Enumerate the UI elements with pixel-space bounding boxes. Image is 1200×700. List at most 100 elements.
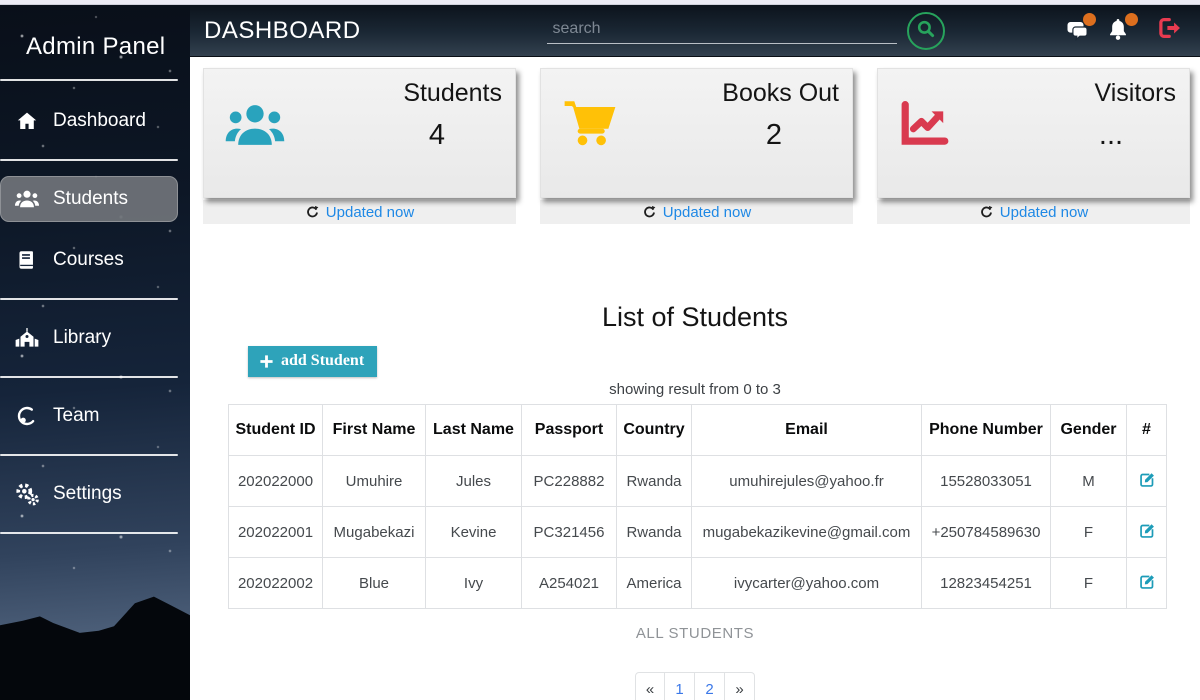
notification-badge bbox=[1125, 13, 1138, 26]
cell-actions bbox=[1127, 507, 1167, 558]
sidebar: Admin Panel Dashboard Students bbox=[0, 5, 190, 700]
bell-icon bbox=[1104, 31, 1132, 48]
cell-first-name: Umuhire bbox=[323, 456, 426, 507]
alerts-button[interactable] bbox=[1104, 16, 1134, 46]
cell-gender: M bbox=[1051, 456, 1127, 507]
sidebar-divider bbox=[0, 532, 178, 534]
pagination-page-2[interactable]: 2 bbox=[695, 672, 725, 700]
cell-gender: F bbox=[1051, 507, 1127, 558]
stat-card-footer: Updated now bbox=[203, 200, 516, 224]
stat-card-footer: Updated now bbox=[877, 200, 1190, 224]
stat-card-body: Visitors ... bbox=[877, 68, 1190, 198]
sidebar-item-library[interactable]: Library bbox=[0, 315, 178, 361]
sidebar-item-label: Team bbox=[53, 405, 99, 427]
main-content: Students 4 Updated now bbox=[190, 57, 1200, 700]
edit-row-button[interactable] bbox=[1136, 571, 1158, 596]
col-header-student-id: Student ID bbox=[229, 405, 323, 456]
sidebar-item-label: Courses bbox=[53, 249, 124, 271]
search-button[interactable] bbox=[907, 12, 945, 50]
cell-actions bbox=[1127, 558, 1167, 609]
col-header-phone: Phone Number bbox=[922, 405, 1051, 456]
sidebar-item-courses[interactable]: Courses bbox=[0, 237, 178, 283]
sidebar-divider bbox=[0, 159, 178, 161]
table-header-row: Student ID First Name Last Name Passport… bbox=[229, 405, 1167, 456]
stat-card-value: 4 bbox=[377, 119, 497, 152]
add-student-button[interactable]: add Student bbox=[248, 346, 377, 377]
edit-icon bbox=[1138, 528, 1156, 543]
sidebar-divider bbox=[0, 454, 178, 456]
sidebar-item-settings[interactable]: Settings bbox=[0, 471, 178, 517]
col-header-passport: Passport bbox=[522, 405, 617, 456]
stat-card-students[interactable]: Students 4 Updated now bbox=[203, 68, 516, 224]
add-student-label: add Student bbox=[281, 352, 364, 370]
cell-last-name: Ivy bbox=[426, 558, 522, 609]
edit-row-button[interactable] bbox=[1136, 469, 1158, 494]
cell-gender: F bbox=[1051, 558, 1127, 609]
updated-now-label: Updated now bbox=[1000, 204, 1088, 221]
school-icon bbox=[14, 325, 40, 351]
edit-row-button[interactable] bbox=[1136, 520, 1158, 545]
all-students-label: ALL STUDENTS bbox=[190, 625, 1200, 642]
topbar: DASHBOARD bbox=[190, 5, 1200, 57]
search-input[interactable] bbox=[547, 17, 897, 44]
sidebar-divider bbox=[0, 376, 178, 378]
cell-first-name: Blue bbox=[323, 558, 426, 609]
pagination-prev[interactable]: « bbox=[635, 672, 665, 700]
result-count-text: showing result from 0 to 3 bbox=[190, 381, 1200, 398]
cell-email: umuhirejules@yahoo.fr bbox=[692, 456, 922, 507]
students-table: Student ID First Name Last Name Passport… bbox=[228, 404, 1167, 609]
updated-now-label: Updated now bbox=[663, 204, 751, 221]
col-header-email: Email bbox=[692, 405, 922, 456]
page-top-strip bbox=[0, 0, 1200, 5]
cell-country: Rwanda bbox=[617, 507, 692, 558]
cell-student-id: 202022000 bbox=[229, 456, 323, 507]
cell-passport: A254021 bbox=[522, 558, 617, 609]
logout-button[interactable] bbox=[1156, 15, 1182, 46]
notification-badge bbox=[1083, 13, 1096, 26]
sidebar-item-dashboard[interactable]: Dashboard bbox=[0, 98, 178, 144]
home-icon bbox=[14, 108, 40, 134]
stat-card-label: Visitors bbox=[1094, 79, 1176, 108]
sidebar-item-students[interactable]: Students bbox=[0, 176, 178, 222]
messages-button[interactable] bbox=[1062, 16, 1092, 46]
chat-icon bbox=[1062, 33, 1092, 50]
headset-icon bbox=[14, 403, 40, 429]
search-icon bbox=[915, 18, 937, 43]
stat-card-books-out[interactable]: Books Out 2 Updated now bbox=[540, 68, 853, 224]
pagination-next[interactable]: » bbox=[725, 672, 755, 700]
pagination-page-1[interactable]: 1 bbox=[665, 672, 695, 700]
edit-icon bbox=[1138, 579, 1156, 594]
cell-first-name: Mugabekazi bbox=[323, 507, 426, 558]
stat-card-visitors[interactable]: Visitors ... Updated now bbox=[877, 68, 1190, 224]
table-row: 202022001 Mugabekazi Kevine PC321456 Rwa… bbox=[229, 507, 1167, 558]
edit-icon bbox=[1138, 477, 1156, 492]
sidebar-item-team[interactable]: Team bbox=[0, 393, 178, 439]
table-row: 202022000 Umuhire Jules PC228882 Rwanda … bbox=[229, 456, 1167, 507]
cell-student-id: 202022002 bbox=[229, 558, 323, 609]
stat-card-value: 2 bbox=[714, 119, 834, 152]
mountain-silhouette bbox=[0, 590, 190, 700]
chart-icon bbox=[898, 99, 952, 154]
stat-card-body: Books Out 2 bbox=[540, 68, 853, 198]
stat-card-label: Students bbox=[403, 79, 502, 108]
gears-icon bbox=[14, 481, 40, 507]
cell-actions bbox=[1127, 456, 1167, 507]
users-icon bbox=[14, 186, 40, 212]
book-icon bbox=[14, 247, 40, 273]
cell-last-name: Jules bbox=[426, 456, 522, 507]
cell-passport: PC321456 bbox=[522, 507, 617, 558]
stat-cards-row: Students 4 Updated now bbox=[190, 57, 1200, 224]
cell-phone: 12823454251 bbox=[922, 558, 1051, 609]
refresh-icon bbox=[979, 205, 994, 220]
col-header-country: Country bbox=[617, 405, 692, 456]
refresh-icon bbox=[305, 205, 320, 220]
plus-icon bbox=[259, 354, 274, 369]
refresh-icon bbox=[642, 205, 657, 220]
list-of-students-heading: List of Students bbox=[190, 302, 1200, 333]
stat-card-label: Books Out bbox=[722, 79, 839, 108]
cart-icon bbox=[561, 93, 619, 156]
cell-phone: +250784589630 bbox=[922, 507, 1051, 558]
stat-card-body: Students 4 bbox=[203, 68, 516, 198]
sidebar-nav: Dashboard Students bbox=[0, 81, 190, 534]
users-icon bbox=[224, 97, 286, 158]
